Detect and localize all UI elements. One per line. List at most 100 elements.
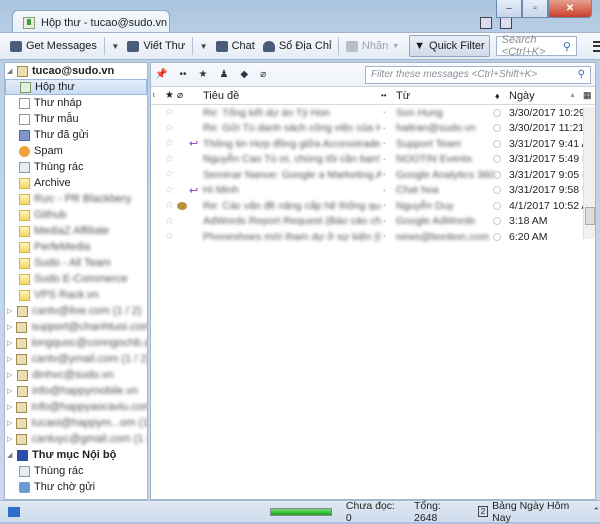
search-input[interactable]: Search <Ctrl+K> ⚲ <box>495 34 577 58</box>
folder-item[interactable]: Archive <box>5 175 147 191</box>
address-book-button[interactable]: Sổ Địa Chỉ <box>259 35 336 57</box>
folder-item[interactable]: Rực - PR Blackbery <box>5 191 147 207</box>
chevron-up-icon[interactable]: ⌃ <box>592 506 600 517</box>
read-status-icon[interactable]: • <box>383 124 386 133</box>
read-status-icon[interactable]: • <box>383 186 386 195</box>
filter-messages-input[interactable]: Filter these messages <Ctrl+Shift+K> ⚲ <box>365 65 591 84</box>
from-column-header[interactable]: Từ <box>396 90 410 102</box>
column-picker-icon[interactable]: ▦ <box>583 90 592 101</box>
account-item[interactable]: ▷ cantv@ymail.com (1 / 2) <box>5 351 147 367</box>
message-row[interactable]: ☆ Re: Các vấn đề nâng cấp hệ thống quản l… <box>151 198 595 214</box>
expand-icon[interactable]: ▷ <box>7 323 12 331</box>
star-icon[interactable]: ☆ <box>165 185 174 196</box>
tag-filter-icon[interactable]: ◆ <box>240 69 248 80</box>
tag-button[interactable]: Nhãn ▼ <box>342 35 403 57</box>
close-button[interactable]: ✕ <box>548 0 592 18</box>
read-status-icon[interactable]: • <box>383 108 386 117</box>
read-status-icon[interactable]: • <box>383 170 386 179</box>
expand-icon[interactable]: ▷ <box>7 435 12 443</box>
subject-column-header[interactable]: Tiêu đề <box>203 90 239 102</box>
chat-button[interactable]: Chat <box>212 35 259 57</box>
folder-item[interactable]: Spam <box>5 143 147 159</box>
junk-status-icon[interactable] <box>493 217 501 226</box>
junk-status-icon[interactable] <box>493 139 501 148</box>
folder-item[interactable]: VPS Rack.vn <box>5 287 147 303</box>
message-row[interactable]: ☆ Re: Gửi Tú danh sách công việc của Hải •… <box>151 121 595 137</box>
maximize-button[interactable]: ▫ <box>522 0 548 18</box>
expand-icon[interactable]: ◢ <box>7 451 13 459</box>
message-row[interactable]: ☆ AdWords Report Request (Báo cáo chiến d… <box>151 214 595 230</box>
junk-status-icon[interactable] <box>493 186 501 195</box>
junk-status-icon[interactable] <box>493 124 501 133</box>
online-status-icon[interactable] <box>8 506 20 517</box>
today-pane-button[interactable]: Bảng Ngày Hôm Nay <box>492 500 584 524</box>
quick-filter-button[interactable]: ▼ Quick Filter <box>409 35 490 57</box>
star-icon[interactable]: ☆ <box>165 169 174 180</box>
thread-column-icon[interactable]: ᵗ <box>153 91 155 101</box>
account-item[interactable]: ▷ cantv@live.com (1 / 2) <box>5 303 147 319</box>
message-row[interactable]: ☆ ↩ Thông tin Hợp đồng giữa Accesstrade và… <box>151 136 595 152</box>
expand-icon[interactable]: ▷ <box>7 387 13 395</box>
folder-item[interactable]: Thư nháp <box>5 95 147 111</box>
star-icon[interactable]: ☆ <box>165 154 174 165</box>
junk-status-icon[interactable] <box>493 232 501 241</box>
local-folders-item[interactable]: ◢ Thư mục Nội bộ <box>5 447 147 463</box>
calendar-icon[interactable] <box>500 17 512 29</box>
message-list-scrollbar[interactable] <box>583 107 595 239</box>
message-row[interactable]: ☆ Seminar Nanoe: Google a Marketing Analy… <box>151 167 595 183</box>
star-icon[interactable]: ☆ <box>165 123 174 134</box>
expand-icon[interactable]: ▷ <box>7 307 13 315</box>
read-status-icon[interactable]: • <box>383 139 386 148</box>
write-button[interactable]: Viết Thư <box>123 35 189 57</box>
unread-filter-icon[interactable]: •• <box>179 69 186 80</box>
read-status-icon[interactable]: • <box>383 201 386 210</box>
hamburger-menu-icon[interactable] <box>592 40 600 52</box>
folder-item[interactable]: Sudo - All Team <box>5 255 147 271</box>
starred-filter-icon[interactable]: ★ <box>198 69 207 80</box>
read-column-icon[interactable]: •• <box>381 91 387 100</box>
expand-icon[interactable]: ▷ <box>7 419 12 427</box>
write-dropdown[interactable]: ▼ <box>196 42 212 51</box>
sticky-filter-pin-icon[interactable]: 📌 <box>155 69 167 80</box>
junk-status-icon[interactable] <box>493 108 501 117</box>
junk-column-icon[interactable]: ♦ <box>495 91 500 101</box>
folder-item[interactable]: Thư đã gửi <box>5 127 147 143</box>
expand-icon[interactable]: ◢ <box>7 67 13 75</box>
get-messages-button[interactable]: Get Messages <box>6 35 101 57</box>
star-column-icon[interactable]: ★ <box>165 90 174 101</box>
expand-icon[interactable]: ▷ <box>7 355 12 363</box>
tasks-icon[interactable] <box>480 17 492 29</box>
expand-icon[interactable]: ▷ <box>7 339 12 347</box>
message-row[interactable]: ☆ Re: Tổng kết dự án Tý Hon • Son Hung 3/30/… <box>151 105 595 121</box>
expand-icon[interactable]: ▷ <box>7 371 13 379</box>
read-status-icon[interactable]: • <box>383 232 386 241</box>
account-item[interactable]: ▷ longquoc@conngochb.de (1 / 2) <box>5 335 147 351</box>
read-status-icon[interactable]: • <box>383 217 386 226</box>
folder-outbox[interactable]: Thư chờ gửi <box>5 479 147 495</box>
account-item[interactable]: ▷ cantuyc@gmail.com (1 / 2) <box>5 431 147 447</box>
folder-item[interactable]: MediaZ Affiliate <box>5 223 147 239</box>
attachment-filter-icon[interactable]: ⌀ <box>260 69 266 80</box>
contact-filter-icon[interactable]: ♟ <box>219 69 228 80</box>
account-item[interactable]: ◢ tucao@sudo.vn <box>5 63 147 79</box>
expand-icon[interactable]: ▷ <box>7 403 12 411</box>
junk-status-icon[interactable] <box>493 170 501 179</box>
folder-item[interactable]: Sudo E-Commerce <box>5 271 147 287</box>
account-item[interactable]: ▷ dinhvc@sudo.vn <box>5 367 147 383</box>
folder-item[interactable]: Hộp thư <box>5 79 147 95</box>
tab-inbox[interactable]: Hộp thư - tucao@sudo.vn <box>12 10 170 34</box>
scrollbar-thumb[interactable] <box>585 207 595 225</box>
junk-status-icon[interactable] <box>493 155 501 164</box>
account-item[interactable]: ▷ support@chanhtuoi.com (1 / 9) <box>5 319 147 335</box>
get-messages-dropdown[interactable]: ▼ <box>107 42 123 51</box>
message-row[interactable]: ☆ ↩ Hi Minh • Chat hoa 3/31/2017 9:58 PM <box>151 183 595 199</box>
folder-item[interactable]: Thư mẫu <box>5 111 147 127</box>
folder-local-trash[interactable]: Thùng rác <box>5 463 147 479</box>
star-icon[interactable]: ☆ <box>165 107 174 118</box>
message-row[interactable]: ☆ Phoneshoes mời tham dự ở sự kiện (03/04… <box>151 229 595 245</box>
account-item[interactable]: ▷ tucaoi@happym...om (1 / 3672) <box>5 415 147 431</box>
star-icon[interactable]: ☆ <box>165 138 174 149</box>
folder-item[interactable]: PerfeMedia <box>5 239 147 255</box>
star-icon[interactable]: ☆ <box>165 216 174 227</box>
star-icon[interactable]: ☆ <box>165 200 174 211</box>
